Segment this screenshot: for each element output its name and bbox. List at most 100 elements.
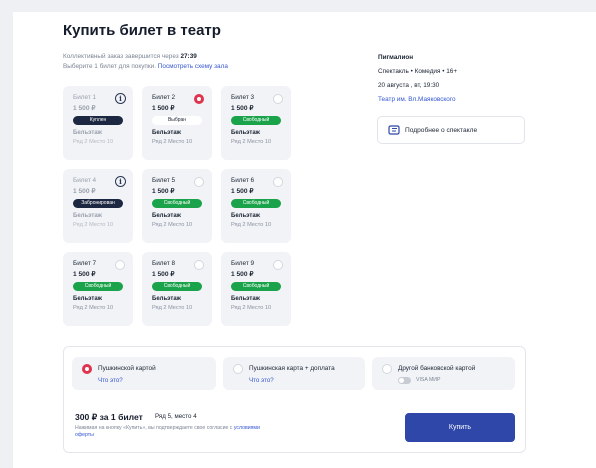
what-is-it-link[interactable]: Что это?	[98, 377, 123, 384]
ticket-card[interactable]: Билет 6 1 500 ₽ Свободный Бельэтаж Ряд 2…	[221, 169, 291, 243]
ticket-title: Билет 7	[73, 260, 97, 267]
choose-hint: Выберите 1 билет для покупки. Посмотреть…	[63, 63, 228, 70]
ticket-radio[interactable]	[273, 94, 283, 104]
show-datetime: 20 августа , вт, 19:30	[378, 82, 440, 89]
ticket-zone: Бельэтаж	[231, 296, 260, 302]
order-timer: Коллективный заказ завершится через 27:3…	[63, 53, 197, 60]
ticket-card[interactable]: Билет 7 1 500 ₽ Свободный Бельэтаж Ряд 2…	[63, 252, 133, 326]
status-badge: Свободный	[152, 282, 202, 291]
ticket-title: Билет 2	[152, 94, 176, 101]
payment-radio[interactable]	[382, 364, 392, 374]
ticket-price: 1 500 ₽	[73, 271, 96, 278]
ticket-price: 1 500 ₽	[231, 105, 254, 112]
terms-body: Нажимая на кнопку «Купить», вы подтвержд…	[75, 425, 233, 431]
ticket-price: 1 500 ₽	[73, 105, 96, 112]
ticket-seat-text: Место 10	[247, 222, 272, 228]
status-badge: Выбран	[152, 116, 202, 125]
ticket-card[interactable]: Билет 1 i 1 500 ₽ Куплен Бельэтаж Ряд 2 …	[63, 86, 133, 160]
ticket-price: 1 500 ₽	[73, 188, 96, 195]
ticket-title: Билет 5	[152, 177, 176, 184]
theatre-link[interactable]: Театр им. Вл.Маяковского	[378, 96, 456, 103]
ticket-row-text: Ряд 2	[152, 305, 167, 311]
ticket-price: 1 500 ₽	[231, 271, 254, 278]
timer-label: Коллективный заказ завершится через	[63, 53, 179, 60]
ticket-seat-text: Место 10	[247, 305, 272, 311]
ticket-seat-text: Место 10	[168, 139, 193, 145]
payment-panel: Пушкинской картой Что это? Пушкинская ка…	[63, 346, 526, 453]
ticket-zone: Бельэтаж	[152, 213, 181, 219]
status-badge: Свободный	[231, 116, 281, 125]
ticket-seat: Ряд 2 Место 10	[231, 139, 271, 145]
show-genre: Спектакль • Комедия • 16+	[378, 68, 458, 75]
ticket-seat-text: Место 10	[247, 139, 272, 145]
ticket-seat: Ряд 2 Место 10	[73, 222, 113, 228]
ticket-zone: Бельэтаж	[231, 130, 260, 136]
show-name: Пигмалион	[378, 54, 414, 61]
page-title: Купить билет в театр	[63, 22, 221, 39]
ticket-zone: Бельэтаж	[152, 130, 181, 136]
choose-text: Выберите 1 билет для покупки.	[63, 63, 157, 70]
ticket-seat-text: Место 10	[168, 222, 193, 228]
ticket-title: Билет 8	[152, 260, 176, 267]
payment-radio[interactable]	[82, 364, 92, 374]
status-badge: Свободный	[73, 282, 123, 291]
payment-option-label: Другой банковской картой	[398, 365, 476, 372]
ticket-price: 1 500 ₽	[152, 105, 175, 112]
buy-button[interactable]: Купить	[405, 413, 515, 442]
ticket-card[interactable]: Билет 3 1 500 ₽ Свободный Бельэтаж Ряд 2…	[221, 86, 291, 160]
ticket-seat-text: Место 10	[89, 139, 114, 145]
what-is-it-link[interactable]: Что это?	[249, 377, 274, 384]
ticket-card[interactable]: Билет 2 1 500 ₽ Выбран Бельэтаж Ряд 2 Ме…	[142, 86, 212, 160]
card-toggle[interactable]	[398, 377, 411, 384]
ticket-card[interactable]: Билет 5 1 500 ₽ Свободный Бельэтаж Ряд 2…	[142, 169, 212, 243]
ticket-seat-text: Место 10	[168, 305, 193, 311]
ticket-row-text: Ряд 2	[152, 139, 167, 145]
payment-option-pushkin-extra[interactable]: Пушкинская карта + доплата Что это?	[223, 357, 365, 390]
selected-seat-info: Ряд 5, место 4	[155, 413, 197, 420]
ticket-seat: Ряд 2 Место 10	[152, 139, 192, 145]
ticket-zone: Бельэтаж	[231, 213, 260, 219]
ticket-zone: Бельэтаж	[73, 296, 102, 302]
hall-scheme-link[interactable]: Посмотреть схему зала	[158, 63, 228, 70]
ticket-radio[interactable]	[194, 260, 204, 270]
timer-value: 27:39	[180, 53, 197, 60]
ticket-title: Билет 9	[231, 260, 255, 267]
ticket-title: Билет 6	[231, 177, 255, 184]
ticket-zone: Бельэтаж	[73, 130, 102, 136]
payment-option-bank-card[interactable]: Другой банковской картой VISA МИР	[372, 357, 515, 390]
ticket-radio[interactable]	[273, 177, 283, 187]
ticket-card[interactable]: Билет 8 1 500 ₽ Свободный Бельэтаж Ряд 2…	[142, 252, 212, 326]
ticket-radio[interactable]	[115, 260, 125, 270]
status-badge: Свободный	[231, 199, 281, 208]
ticket-row-text: Ряд 2	[73, 305, 88, 311]
payment-option-pushkin[interactable]: Пушкинской картой Что это?	[72, 357, 216, 390]
total-price: 300 ₽ за 1 билет	[75, 412, 143, 422]
ticket-seat: Ряд 2 Место 10	[73, 139, 113, 145]
info-icon[interactable]: i	[115, 93, 126, 104]
ticket-row-text: Ряд 2	[152, 222, 167, 228]
ticket-card[interactable]: Билет 9 1 500 ₽ Свободный Бельэтаж Ряд 2…	[221, 252, 291, 326]
ticket-radio[interactable]	[194, 177, 204, 187]
terms-text: Нажимая на кнопку «Купить», вы подтвержд…	[75, 425, 265, 439]
payment-radio[interactable]	[233, 364, 243, 374]
show-details-button[interactable]: Подробнее о спектакле	[377, 116, 525, 144]
ticket-seat: Ряд 2 Место 10	[73, 305, 113, 311]
ticket-zone: Бельэтаж	[152, 296, 181, 302]
ticket-row-text: Ряд 2	[231, 139, 246, 145]
payment-option-label: Пушкинская карта + доплата	[249, 365, 335, 372]
info-icon[interactable]: i	[115, 176, 126, 187]
ticket-title: Билет 4	[73, 177, 97, 184]
ticket-title: Билет 1	[73, 94, 97, 101]
ticket-radio[interactable]	[273, 260, 283, 270]
status-badge: Свободный	[152, 199, 202, 208]
ticket-row-text: Ряд 2	[231, 305, 246, 311]
ticket-seat: Ряд 2 Место 10	[152, 305, 192, 311]
status-badge: Куплен	[73, 116, 123, 125]
ticket-row-text: Ряд 2	[73, 139, 88, 145]
ticket-seat-text: Место 10	[89, 222, 114, 228]
ticket-radio[interactable]	[194, 94, 204, 104]
ticket-title: Билет 3	[231, 94, 255, 101]
ticket-seat: Ряд 2 Место 10	[231, 222, 271, 228]
payment-option-label: Пушкинской картой	[98, 365, 156, 372]
ticket-card[interactable]: Билет 4 i 1 500 ₽ Забронирован Бельэтаж …	[63, 169, 133, 243]
